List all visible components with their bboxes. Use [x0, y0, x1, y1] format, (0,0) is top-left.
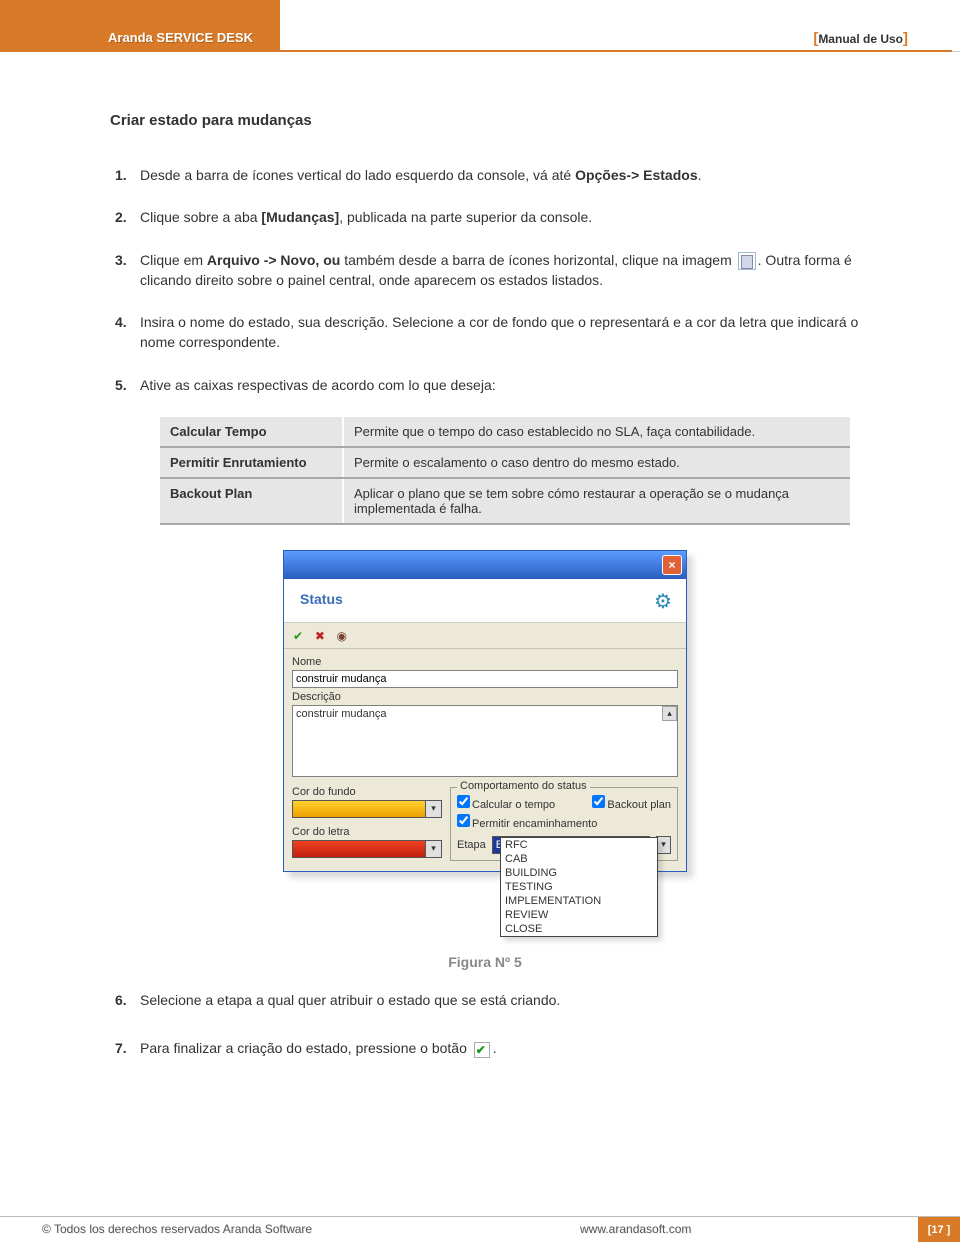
footer-url: www.arandasoft.com — [580, 1222, 691, 1236]
table-val: Permite que o tempo do caso establecido … — [343, 417, 850, 447]
close-button[interactable]: × — [662, 555, 682, 575]
manual-name: [Manual de Uso] — [813, 30, 908, 47]
status-dialog: × Status ✔ ✖ ◉ Nome Descrição construir … — [283, 550, 687, 872]
table-key: Calcular Tempo — [160, 417, 343, 447]
textcolor-swatch[interactable] — [292, 840, 426, 858]
figure-caption: Figura Nº 5 — [110, 954, 860, 970]
table-row: Calcular TempoPermite que o tempo do cas… — [160, 417, 850, 447]
color-column: Cor do fundo ▾ Cor do letra ▾ — [292, 783, 442, 861]
toolbar: ✔ ✖ ◉ — [284, 623, 686, 649]
scrollbar-up-icon[interactable]: ▴ — [662, 706, 677, 721]
steps-list-cont: 6. Selecione a etapa a qual quer atribui… — [110, 990, 860, 1059]
etapa-dropdown-icon[interactable]: ▾ — [656, 836, 671, 854]
bgcolor-swatch[interactable] — [292, 800, 426, 818]
bgcolor-label: Cor do fundo — [292, 786, 442, 798]
dropdown-option[interactable]: REVIEW — [501, 908, 657, 922]
delete-icon[interactable]: ◉ — [334, 628, 350, 644]
table-row: Backout PlanAplicar o plano que se tem s… — [160, 478, 850, 524]
step-1: 1. Desde a barra de ícones vertical do l… — [140, 165, 860, 185]
new-file-icon — [738, 252, 756, 270]
options-table: Calcular TempoPermite que o tempo do cas… — [160, 417, 850, 525]
main-content: Criar estado para mudanças 1. Desde a ba… — [0, 52, 960, 1059]
dropdown-option[interactable]: CLOSE — [501, 922, 657, 936]
product-name: Aranda SERVICE DESK — [108, 30, 253, 45]
permit-checkbox[interactable] — [457, 814, 470, 827]
etapa-label: Etapa — [457, 839, 486, 851]
backout-label: Backout plan — [607, 799, 671, 811]
page-number: [17 ] — [918, 1217, 960, 1242]
dialog-title: Status — [300, 591, 343, 607]
calc-time-label: Calcular o tempo — [472, 799, 555, 811]
page-footer: © Todos los derechos reservados Aranda S… — [0, 1216, 960, 1242]
footer-copyright: © Todos los derechos reservados Aranda S… — [42, 1222, 312, 1236]
dropdown-option[interactable]: CAB — [501, 852, 657, 866]
desc-textarea[interactable]: construir mudança — [292, 705, 678, 777]
calc-time-checkbox[interactable] — [457, 795, 470, 808]
header-underline — [0, 50, 952, 52]
name-label: Nome — [292, 656, 678, 668]
textcolor-dropdown-icon[interactable]: ▾ — [426, 840, 442, 858]
fieldset-legend: Comportamento do status — [457, 780, 590, 792]
dialog-titlebar: × — [284, 551, 686, 579]
textcolor-label: Cor do letra — [292, 826, 442, 838]
gear-icon — [654, 589, 676, 611]
step-4: 4. Insira o nome do estado, sua descriçã… — [140, 312, 860, 353]
dropdown-option[interactable]: TESTING — [501, 880, 657, 894]
steps-list: 1. Desde a barra de ícones vertical do l… — [110, 165, 860, 395]
backout-checkbox[interactable] — [592, 795, 605, 808]
page-header: Aranda SERVICE DESK [Manual de Uso] — [0, 0, 960, 52]
status-dialog-figure: × Status ✔ ✖ ◉ Nome Descrição construir … — [283, 550, 687, 946]
cancel-icon[interactable]: ✖ — [312, 628, 328, 644]
step-5: 5. Ative as caixas respectivas de acordo… — [140, 375, 860, 395]
table-key: Permitir Enrutamiento — [160, 447, 343, 478]
bgcolor-dropdown-icon[interactable]: ▾ — [426, 800, 442, 818]
dropdown-option[interactable]: BUILDING — [501, 866, 657, 880]
step-3: 3. Clique em Arquivo -> Novo, ou também … — [140, 250, 860, 291]
table-key: Backout Plan — [160, 478, 343, 524]
dropdown-option[interactable]: IMPLEMENTATION — [501, 894, 657, 908]
name-input[interactable] — [292, 670, 678, 688]
table-val: Aplicar o plano que se tem sobre cómo re… — [343, 478, 850, 524]
table-row: Permitir EnrutamientoPermite o escalamen… — [160, 447, 850, 478]
accept-icon[interactable]: ✔ — [290, 628, 306, 644]
dropdown-option[interactable]: RFC — [501, 838, 657, 852]
dialog-header: Status — [284, 579, 686, 623]
table-val: Permite o escalamento o caso dentro do m… — [343, 447, 850, 478]
page-title: Criar estado para mudanças — [110, 112, 860, 129]
step-7: 7. Para finalizar a criação do estado, p… — [140, 1038, 860, 1058]
etapa-dropdown-list: RFC CAB BUILDING TESTING IMPLEMENTATION … — [500, 837, 658, 937]
desc-label: Descrição — [292, 691, 678, 703]
permit-label: Permitir encaminhamento — [472, 818, 597, 830]
step-2: 2. Clique sobre a aba [Mudanças], public… — [140, 207, 860, 227]
step-6: 6. Selecione a etapa a qual quer atribui… — [140, 990, 860, 1010]
check-icon — [474, 1042, 490, 1058]
